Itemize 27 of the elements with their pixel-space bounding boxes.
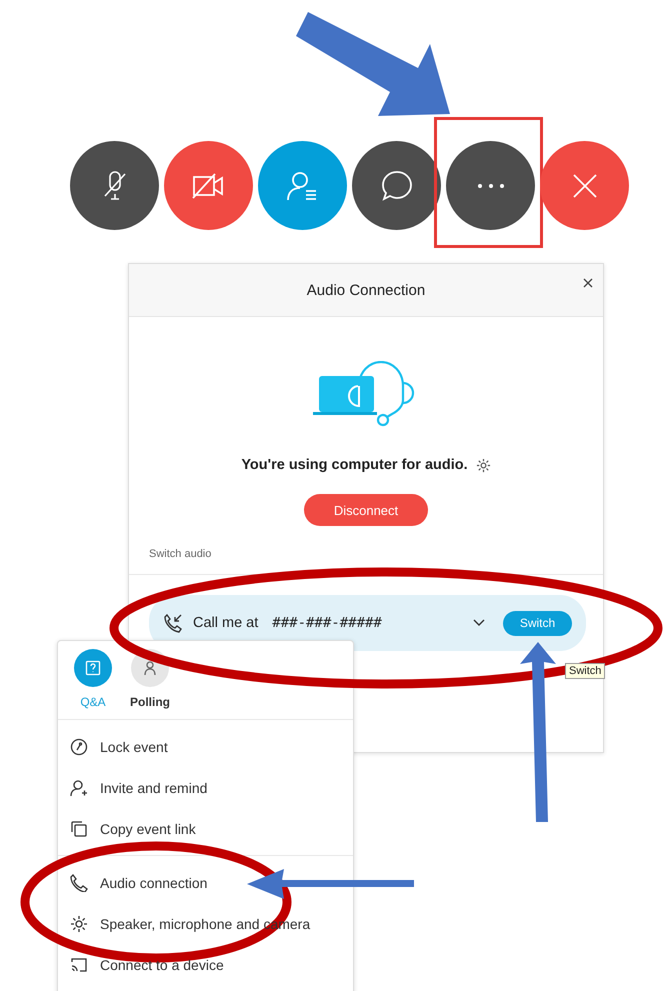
menu-item[interactable]: Invite and remind [58, 767, 353, 808]
disconnect-button[interactable]: Disconnect [304, 494, 428, 526]
menu-item[interactable]: Copy event link [58, 808, 353, 849]
compass-icon [70, 738, 88, 756]
tooltip: Switch [565, 663, 606, 679]
audio-status-text: You're using computer for audio. [241, 457, 468, 473]
dialog-title: Audio Connection [306, 282, 426, 298]
phone-icon [70, 874, 88, 892]
gear-icon [70, 914, 88, 932]
chevron-down-icon[interactable] [473, 619, 485, 627]
more-icon [476, 182, 506, 188]
menu-item[interactable]: Audio connection [58, 862, 353, 903]
menu-item[interactable]: Lock event [58, 726, 353, 767]
phone-number: ###-###-##### [272, 615, 382, 631]
settings-icon[interactable] [476, 458, 491, 472]
close-icon[interactable] [583, 278, 593, 288]
person-icon [142, 660, 158, 676]
phone-incoming-icon [163, 613, 183, 633]
cast-icon [70, 956, 88, 974]
copy-icon [70, 820, 88, 838]
option-label: Call me at [193, 615, 258, 631]
question-icon [85, 660, 101, 676]
close-icon [570, 172, 598, 200]
audio-option-row[interactable]: Call me at ###-###-##### Switch [149, 595, 586, 651]
chat-bubble-icon [380, 168, 414, 202]
add-person-icon [70, 778, 88, 796]
section-label: Switch audio [129, 526, 603, 575]
